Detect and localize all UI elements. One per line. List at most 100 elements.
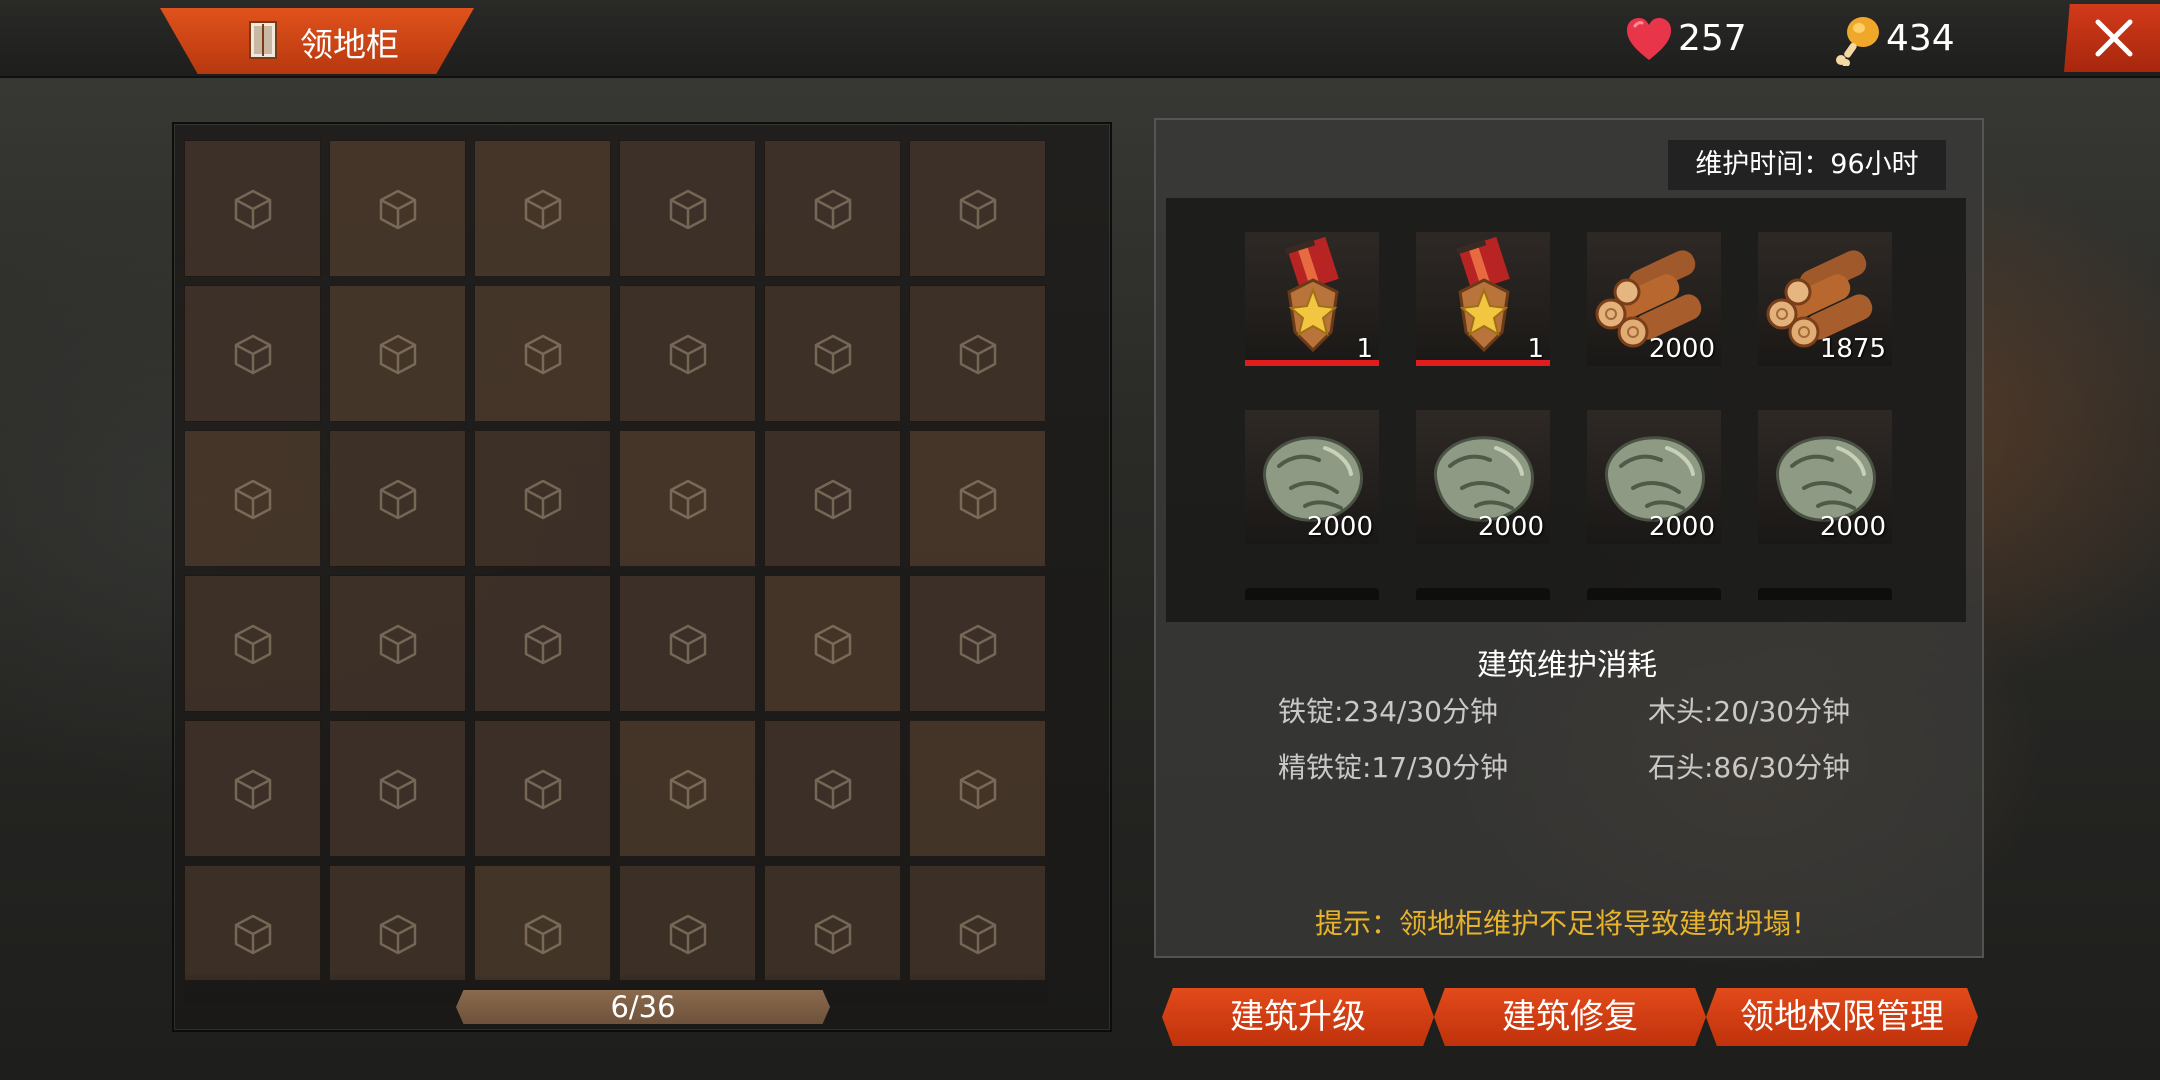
repair-building-button[interactable]: 建筑修复 [1434, 988, 1706, 1046]
capacity-label: 6/36 [610, 990, 676, 1024]
box-icon [814, 479, 851, 519]
chicken-leg-icon [1836, 17, 1879, 66]
slot-tab [1245, 588, 1379, 600]
maintenance-item[interactable]: 1 [1416, 232, 1550, 366]
storage-grid [184, 140, 1048, 980]
box-icon [524, 334, 561, 374]
box-icon [669, 624, 706, 664]
cost-stone: 石头:86/30分钟 [1648, 751, 1851, 784]
box-icon [379, 334, 416, 374]
box-icon [524, 189, 561, 229]
maintenance-item[interactable]: 1 [1245, 232, 1379, 366]
territory-permissions-button[interactable]: 领地权限管理 [1706, 988, 1978, 1046]
box-icon [524, 624, 561, 664]
box-icon [669, 189, 706, 229]
box-icon [234, 624, 271, 664]
box-icon [234, 769, 271, 809]
storage-slot[interactable] [184, 430, 321, 567]
storage-slot[interactable] [184, 865, 321, 980]
box-icon [379, 914, 416, 954]
storage-slot[interactable] [909, 720, 1046, 857]
box-icon [814, 624, 851, 664]
box-icon [669, 334, 706, 374]
box-icon [669, 769, 706, 809]
upgrade-building-button[interactable]: 建筑升级 [1162, 988, 1434, 1046]
storage-slot[interactable] [474, 865, 611, 980]
storage-slot[interactable] [184, 140, 321, 277]
box-icon [959, 189, 996, 229]
capacity-bar: 6/36 [456, 990, 830, 1024]
heart-icon [1627, 18, 1671, 60]
storage-slot[interactable] [474, 575, 611, 712]
collapse-warning: 提示：领地柜维护不足将导致建筑坍塌！ [1314, 907, 1819, 940]
storage-slot[interactable] [474, 285, 611, 422]
storage-slot[interactable] [909, 865, 1046, 980]
storage-slot[interactable] [329, 575, 466, 712]
storage-slot[interactable] [764, 575, 901, 712]
storage-slot[interactable] [619, 430, 756, 567]
box-icon [234, 334, 271, 374]
storage-slot[interactable] [619, 285, 756, 422]
box-icon [814, 914, 851, 954]
box-icon [669, 479, 706, 519]
storage-slot[interactable] [764, 140, 901, 277]
storage-slot[interactable] [764, 430, 901, 567]
maintenance-time: 维护时间：96小时 [1668, 140, 1946, 190]
storage-slot[interactable] [329, 285, 466, 422]
page-title: 领地柜 [300, 25, 399, 64]
storage-slot[interactable] [184, 575, 321, 712]
storage-panel: 6/36 [172, 122, 1112, 1032]
durability-bar [1416, 360, 1550, 366]
storage-slot[interactable] [619, 865, 756, 980]
storage-slot[interactable] [329, 865, 466, 980]
maintenance-item[interactable]: 1875 [1758, 232, 1892, 366]
storage-slot[interactable] [764, 285, 901, 422]
maintenance-item[interactable]: 2000 [1416, 410, 1550, 544]
box-icon [959, 334, 996, 374]
storage-slot[interactable] [474, 430, 611, 567]
storage-slot[interactable] [909, 140, 1046, 277]
storage-slot[interactable] [764, 720, 901, 857]
cost-wood: 木头:20/30分钟 [1648, 695, 1851, 728]
box-icon [234, 189, 271, 229]
slot-tab [1758, 588, 1892, 600]
box-icon [669, 914, 706, 954]
maintenance-item[interactable]: 2000 [1758, 410, 1892, 544]
box-icon [379, 189, 416, 229]
box-icon [379, 769, 416, 809]
close-icon[interactable] [2094, 18, 2134, 58]
storage-slot[interactable] [619, 720, 756, 857]
storage-slot[interactable] [184, 285, 321, 422]
storage-slot[interactable] [329, 430, 466, 567]
box-icon [379, 624, 416, 664]
food-value: 434 [1886, 18, 1955, 59]
box-icon [959, 769, 996, 809]
item-count: 2000 [1477, 512, 1544, 542]
item-count: 2000 [1306, 512, 1373, 542]
storage-slot[interactable] [474, 140, 611, 277]
storage-slot[interactable] [909, 285, 1046, 422]
close-button[interactable] [2064, 4, 2160, 72]
storage-slot[interactable] [764, 865, 901, 980]
cabinet-icon [249, 21, 277, 59]
storage-slot[interactable] [909, 575, 1046, 712]
storage-slot[interactable] [329, 720, 466, 857]
storage-slot[interactable] [909, 430, 1046, 567]
durability-bar [1245, 360, 1379, 366]
storage-slot[interactable] [474, 720, 611, 857]
item-count: 1875 [1819, 334, 1886, 364]
box-icon [814, 189, 851, 229]
box-icon [959, 914, 996, 954]
item-count: 2000 [1819, 512, 1886, 542]
maintenance-item[interactable]: 2000 [1587, 232, 1721, 366]
maintenance-item[interactable]: 2000 [1245, 410, 1379, 544]
box-icon [234, 914, 271, 954]
cost-refined-iron: 精铁锭:17/30分钟 [1278, 751, 1509, 784]
slot-tab [1416, 588, 1550, 600]
storage-slot[interactable] [184, 720, 321, 857]
box-icon [959, 624, 996, 664]
storage-slot[interactable] [619, 140, 756, 277]
maintenance-item[interactable]: 2000 [1587, 410, 1721, 544]
storage-slot[interactable] [619, 575, 756, 712]
storage-slot[interactable] [329, 140, 466, 277]
